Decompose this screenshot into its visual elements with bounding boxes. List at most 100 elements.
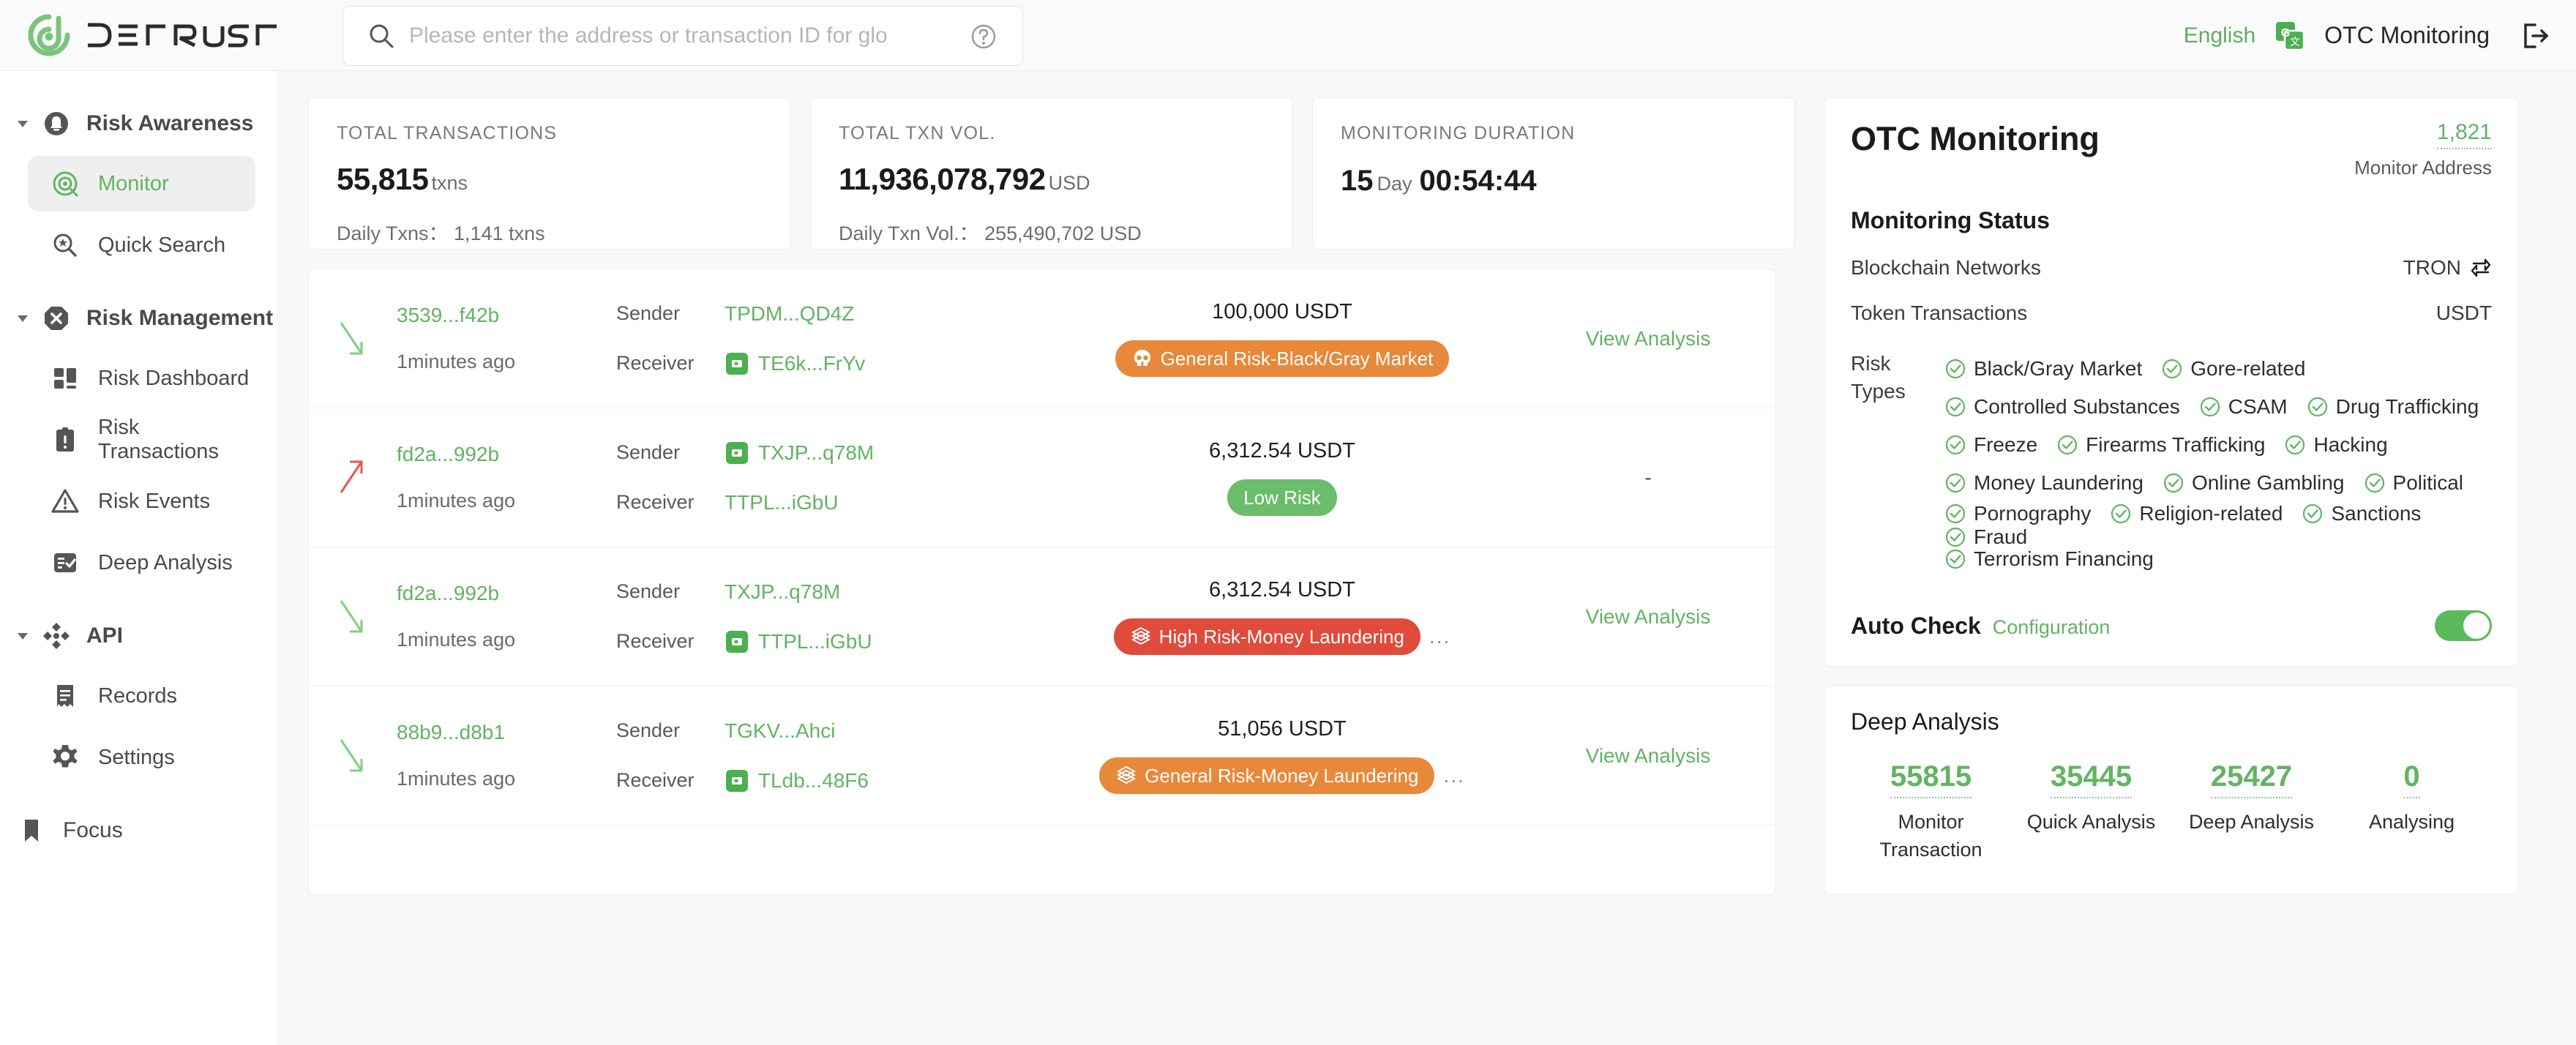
- deep-analysis-stat[interactable]: 0 Analysing: [2332, 760, 2492, 864]
- money-stack-icon: [1115, 765, 1137, 787]
- sidebar-group-risk-management[interactable]: Risk Management: [0, 292, 277, 345]
- risk-type-item[interactable]: Controlled Substances: [1944, 395, 2180, 419]
- sender-address[interactable]: TXJP...q78M: [724, 580, 840, 604]
- risk-type-item[interactable]: Terrorism Financing: [1944, 547, 2154, 571]
- risk-type-item[interactable]: Fraud: [1944, 525, 2027, 549]
- check-circle-icon: [2110, 503, 2132, 525]
- brand-logo[interactable]: [26, 12, 282, 58]
- view-analysis-link[interactable]: View Analysis: [1586, 327, 1711, 350]
- sidebar-item-label: Deep Analysis: [98, 550, 233, 574]
- txn-time: 1minutes ago: [397, 490, 516, 512]
- txn-hash[interactable]: 3539...f42b: [397, 304, 616, 327]
- sidebar-item-monitor[interactable]: Monitor: [28, 156, 255, 211]
- dashboard-icon: [50, 363, 80, 394]
- receiver-address[interactable]: TTPL...iGbU: [724, 491, 839, 514]
- swap-network-icon[interactable]: [2470, 257, 2492, 279]
- risk-type-item[interactable]: Freeze: [1944, 433, 2037, 457]
- sidebar-group-api[interactable]: API: [0, 610, 277, 662]
- card-value: 11,936,078,792: [839, 162, 1046, 196]
- risk-types-label: Risk Types: [1851, 352, 1906, 402]
- risk-type-item[interactable]: Sanctions: [2302, 502, 2421, 525]
- risk-type-item[interactable]: Pornography: [1944, 502, 2091, 525]
- risk-type-label: CSAM: [2228, 395, 2288, 418]
- risk-type-item[interactable]: Political: [2364, 471, 2463, 495]
- sidebar-item-risk-transactions[interactable]: Risk Transactions: [28, 412, 255, 468]
- sender-address[interactable]: TPDM...QD4Z: [724, 302, 854, 326]
- search-input[interactable]: [409, 18, 943, 54]
- txn-hash[interactable]: 88b9...d8b1: [397, 721, 616, 744]
- blockchain-networks-label: Blockchain Networks: [1851, 256, 2041, 279]
- card-unit: txns: [431, 172, 468, 194]
- receiver-address[interactable]: TTPL...iGbU: [758, 630, 872, 653]
- risk-type-item[interactable]: Black/Gray Market: [1944, 357, 2142, 381]
- sidebar-item-risk-dashboard[interactable]: Risk Dashboard: [28, 351, 255, 406]
- risk-type-item[interactable]: Money Laundering: [1944, 471, 2143, 495]
- deep-analysis-stat[interactable]: 25427 Deep Analysis: [2171, 760, 2332, 864]
- receiver-address[interactable]: TLdb...48F6: [758, 769, 869, 793]
- risk-tag[interactable]: General Risk-Black/Gray Market: [1115, 340, 1450, 377]
- sender-address[interactable]: TGKV...Ahci: [724, 719, 835, 743]
- deep-analysis-title: Deep Analysis: [1851, 708, 1999, 735]
- risk-type-item[interactable]: Gore-related: [2161, 357, 2305, 381]
- sidebar-item-settings[interactable]: Settings: [28, 730, 255, 785]
- deep-analysis-stat[interactable]: 55815 Monitor Transaction: [1851, 760, 2011, 864]
- risk-type-item[interactable]: Hacking: [2284, 433, 2388, 457]
- table-row[interactable]: 3539...f42b 1minutes ago Sender TPDM...Q…: [309, 269, 1775, 408]
- txn-hash[interactable]: fd2a...992b: [397, 582, 616, 605]
- deep-analysis-stat[interactable]: 35445 Quick Analysis: [2011, 760, 2171, 864]
- skull-icon: [1131, 348, 1153, 370]
- monitoring-status-title: Monitoring Status: [1851, 207, 2050, 233]
- gear-icon: [50, 742, 80, 773]
- table-row[interactable]: fd2a...992b 1minutes ago Sender TXJP...q…: [309, 547, 1775, 686]
- sender-label: Sender: [616, 719, 681, 741]
- risk-type-item[interactable]: Firearms Trafficking: [2056, 433, 2265, 457]
- view-analysis-link[interactable]: View Analysis: [1586, 605, 1711, 628]
- sidebar-item-quick-search[interactable]: Quick Search: [28, 217, 255, 273]
- table-row[interactable]: fd2a...992b 1minutes ago Sender TXJP...q…: [309, 408, 1775, 547]
- sidebar-item-risk-events[interactable]: Risk Events: [28, 473, 255, 529]
- table-row[interactable]: [309, 825, 1775, 894]
- sidebar-group-risk-awareness[interactable]: Risk Awareness: [0, 97, 277, 150]
- auto-check-toggle[interactable]: [2435, 610, 2492, 641]
- logout-icon[interactable]: [2519, 20, 2551, 52]
- auto-check-configuration-link[interactable]: Configuration: [1993, 616, 2111, 639]
- receipt-icon: [50, 681, 80, 711]
- receiver-label: Receiver: [616, 630, 694, 652]
- risk-types-row: Controlled Substances CSAM Drug Traffickin…: [1944, 388, 2492, 426]
- risk-tag[interactable]: High Risk-Money Laundering: [1113, 618, 1420, 655]
- risk-type-item[interactable]: Religion-related: [2110, 502, 2283, 525]
- monitor-address-stat[interactable]: 1,821 Monitor Address: [2354, 120, 2492, 179]
- more-tags-indicator[interactable]: ...: [1443, 764, 1464, 787]
- risk-tag[interactable]: General Risk-Money Laundering: [1099, 757, 1435, 794]
- otc-monitoring-card: OTC Monitoring 1,821 Monitor Address Mon…: [1824, 97, 2519, 667]
- card-total-txn-volume: TOTAL TXN VOL. 11,936,078,792 USD Daily …: [810, 97, 1293, 250]
- receiver-address[interactable]: TE6k...FrYv: [758, 352, 865, 375]
- translate-icon[interactable]: G 文: [2274, 20, 2305, 51]
- global-search[interactable]: [342, 6, 1023, 66]
- language-selector[interactable]: English: [2184, 23, 2255, 48]
- txn-hash[interactable]: fd2a...992b: [397, 443, 616, 466]
- risk-tag[interactable]: Low Risk: [1227, 479, 1337, 516]
- account-label[interactable]: OTC Monitoring: [2324, 22, 2490, 49]
- risk-type-item[interactable]: Drug Trafficking: [2307, 395, 2479, 419]
- sidebar-item-records[interactable]: Records: [28, 668, 255, 724]
- sidebar-item-deep-analysis[interactable]: Deep Analysis: [28, 535, 255, 591]
- stat-label: Analysing: [2368, 811, 2455, 833]
- risk-type-item[interactable]: Online Gambling: [2163, 471, 2345, 495]
- view-analysis-link[interactable]: View Analysis: [1586, 744, 1711, 767]
- more-tags-indicator[interactable]: ...: [1429, 625, 1450, 648]
- direction-out-icon: [309, 449, 397, 507]
- risk-type-label: Freeze: [1974, 433, 2038, 456]
- risk-type-item[interactable]: CSAM: [2199, 395, 2288, 419]
- sidebar-group-label: Risk Management: [86, 306, 274, 330]
- card-title: MONITORING DURATION: [1341, 123, 1576, 143]
- help-circle-icon[interactable]: [970, 23, 997, 50]
- toggle-knob: [2463, 613, 2490, 639]
- txn-amount: 6,312.54 USDT: [1209, 578, 1355, 602]
- chevron-down-icon: [13, 626, 32, 645]
- sidebar-item-focus[interactable]: Focus: [0, 804, 277, 857]
- sender-address[interactable]: TXJP...q78M: [758, 441, 874, 465]
- risk-types-list: Black/Gray Market Gore-related Controlled …: [1944, 350, 2492, 578]
- table-row[interactable]: 88b9...d8b1 1minutes ago Sender TGKV...A…: [309, 686, 1775, 825]
- duration-clock: 00:54:44: [1419, 165, 1537, 197]
